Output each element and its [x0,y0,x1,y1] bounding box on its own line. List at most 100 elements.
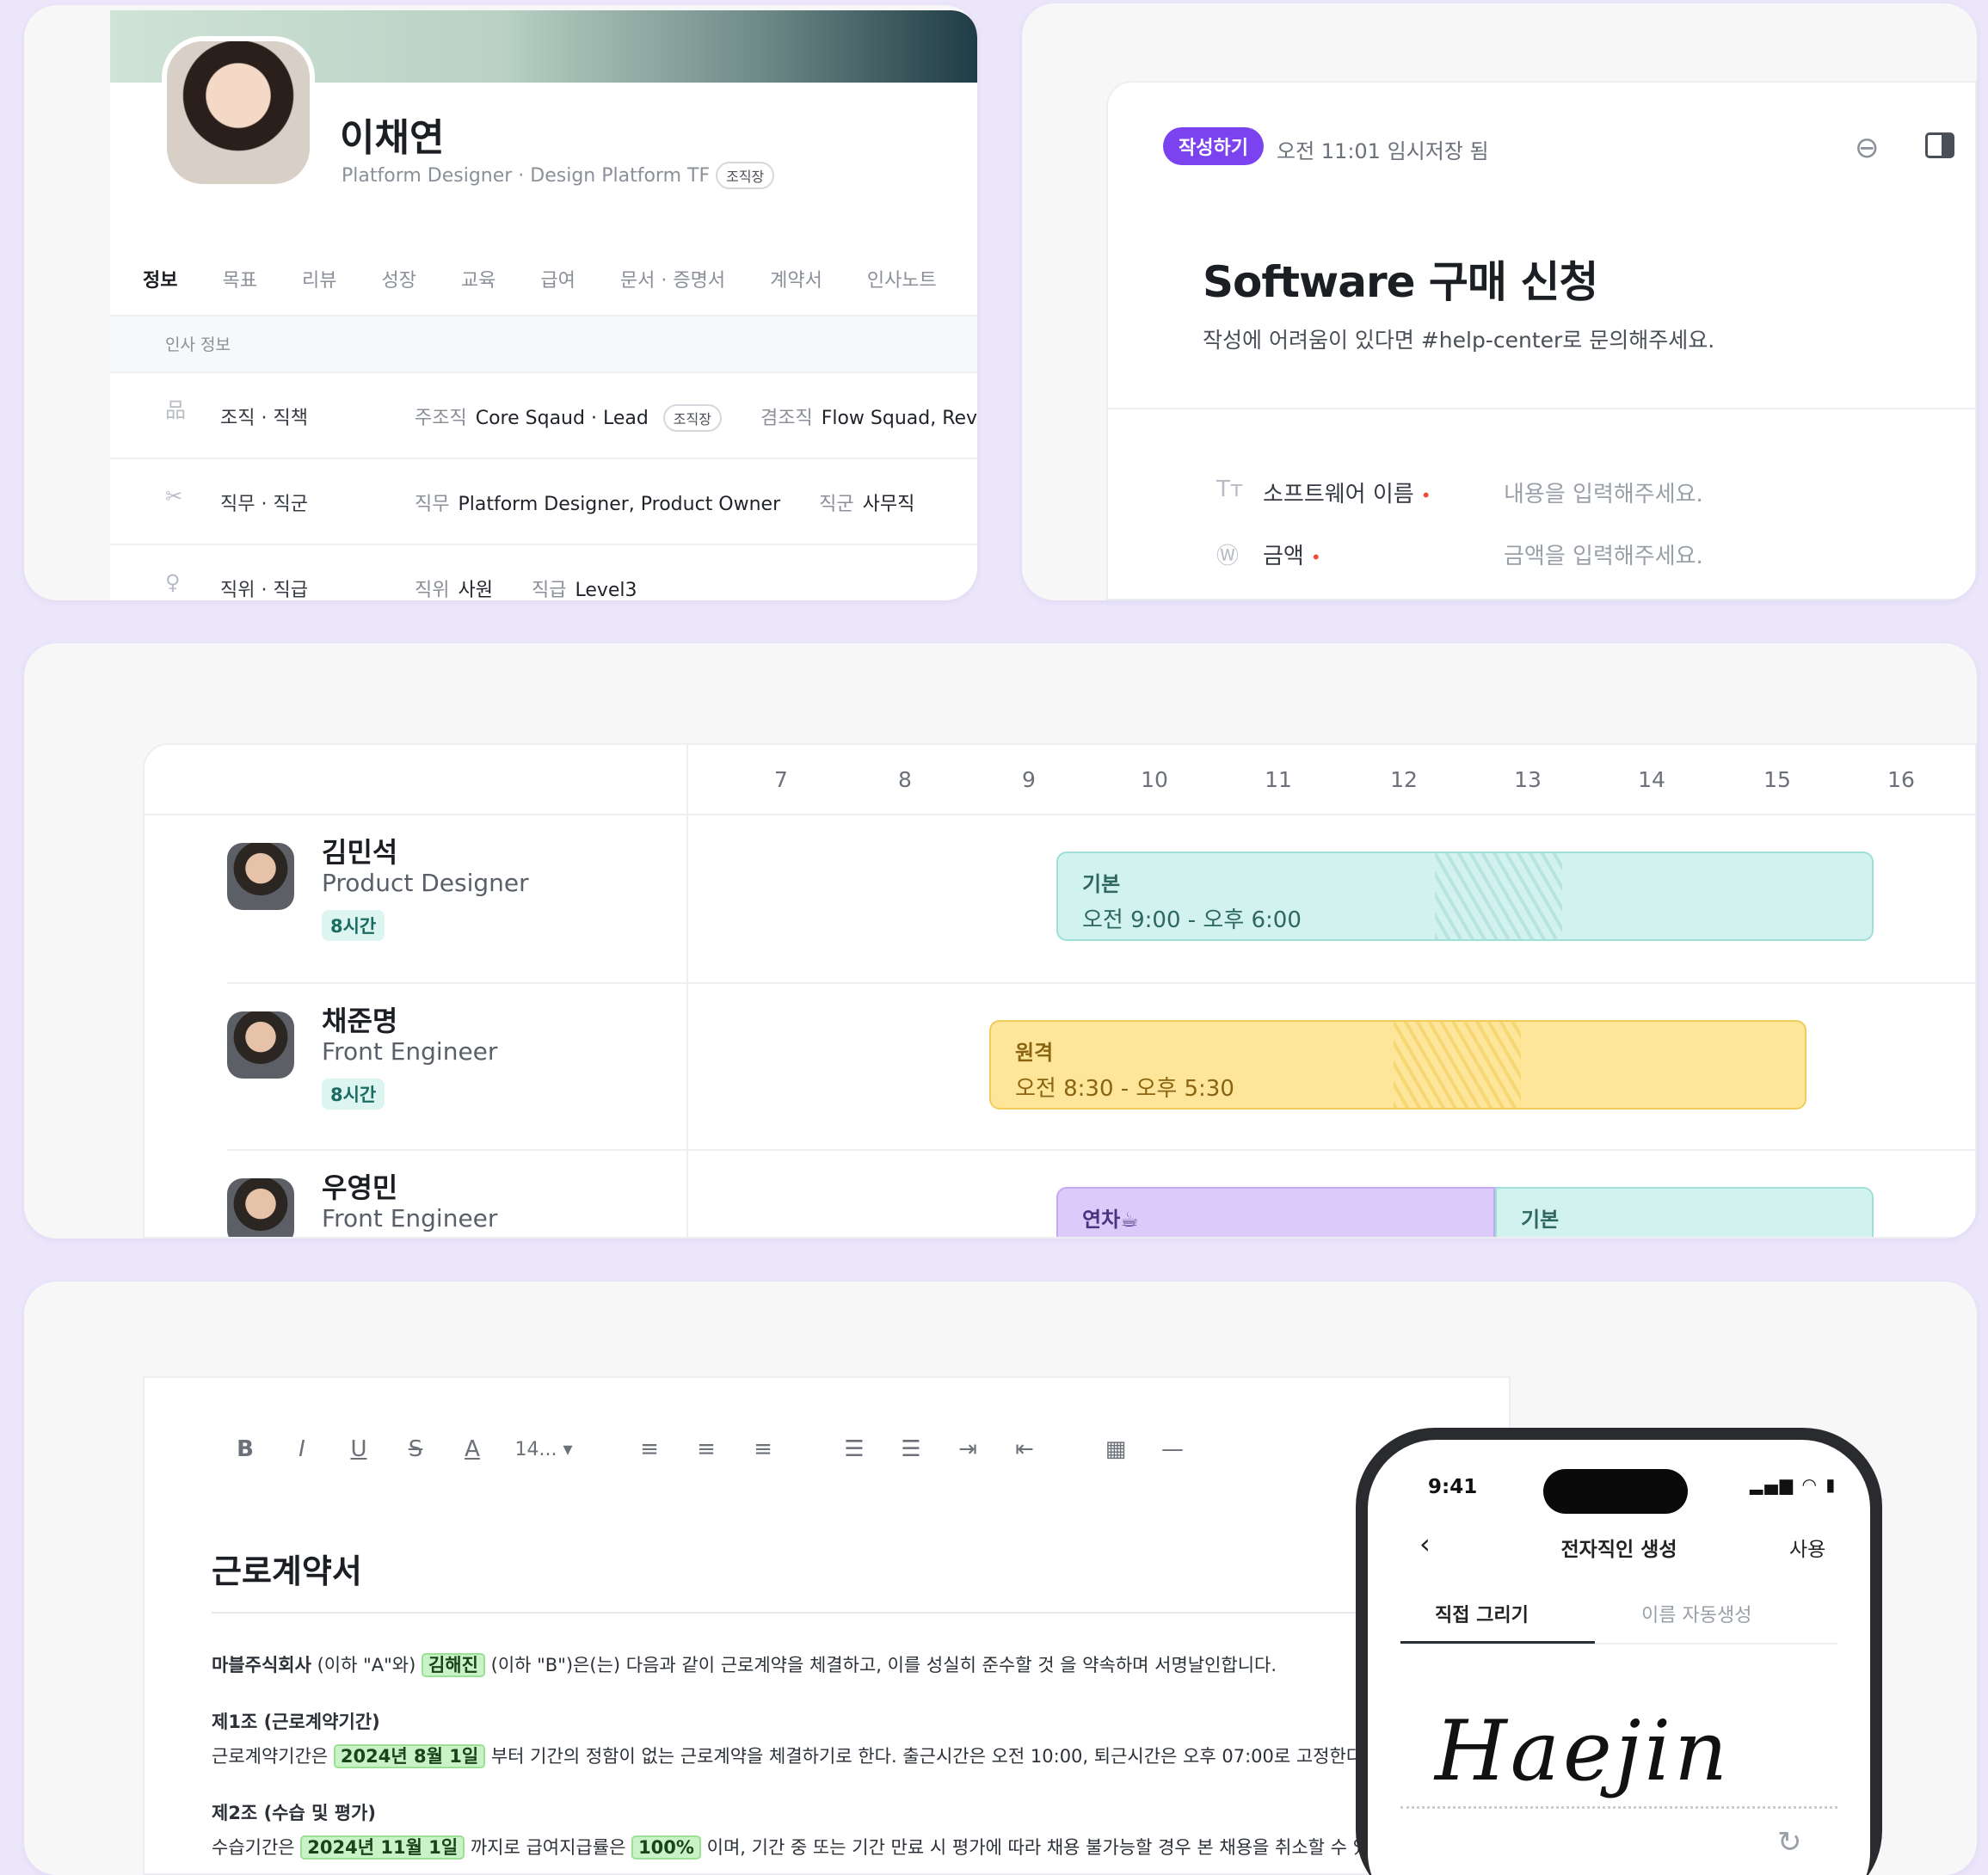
row-values: 직무 Platform Designer, Product Owner 직군 사무직 [415,489,914,516]
bullet-list-icon[interactable]: ☰ [826,1436,883,1462]
leader-badge: 조직장 [662,404,722,432]
editor-toolbar: B I U S A 14... ▾ ≡ ≡ ≡ ☰ ☰ ⇥ ⇤ ▦ — [217,1436,1201,1462]
underline-button[interactable]: U [330,1436,387,1462]
tab-draw[interactable]: 직접 그리기 [1435,1600,1529,1627]
field-amount[interactable]: Ⓦ 금액 • 금액을 입력해주세요. [1108,538,1975,590]
highlight-field[interactable]: 김해진 [421,1653,485,1677]
highlight-field[interactable]: 2024년 8월 1일 [333,1744,486,1768]
strikethrough-button[interactable]: S [387,1436,444,1462]
italic-button[interactable]: I [274,1436,330,1462]
autosave-status: 오전 11:01 임시저장 됨 [1277,139,1489,163]
outdent-icon[interactable]: ⇤ [996,1436,1053,1462]
row-divider [227,1149,1975,1151]
hour-label: 14 [1638,767,1665,792]
hour-label: 16 [1887,767,1915,792]
hour-label: 7 [774,767,788,792]
align-center-icon[interactable]: ≡ [678,1436,735,1462]
value: Core Sqaud · Lead [475,408,649,429]
indent-icon[interactable]: ⇥ [939,1436,996,1462]
font-size-select[interactable]: 14... ▾ [501,1439,587,1460]
info-row-position: ♀ 직위 · 직급 직위 사원 직급 Level3 [110,544,977,600]
use-button[interactable]: 사용 [1789,1533,1825,1562]
field-software-name[interactable]: Tт 소프트웨어 이름 • 내용을 입력해주세요. [1108,476,1975,528]
value: Level3 [575,580,637,600]
active-tab-indicator [1400,1641,1595,1644]
person-role: Product Designer [322,869,529,897]
signal-wifi-battery-icon: ▂▄▆ ◠ ▮ [1750,1474,1837,1495]
form-panel: 작성하기 오전 11:01 임시저장 됨 ⊖ Software 구매 신청 작성… [1106,81,1977,600]
numbered-list-icon[interactable]: ☰ [883,1436,939,1462]
article-paragraph: 근로계약기간은 2024년 8월 1일 부터 기간의 정함이 없는 근로계약을 … [212,1744,1369,1768]
table-icon[interactable]: ▦ [1087,1436,1144,1462]
tab-documents[interactable]: 문서 · 증명서 [620,265,725,292]
profile-role: Platform Designer · Design Platform TF [342,165,711,187]
shift-block[interactable]: 기본 오전 9:00 - 오후 6:00 [1056,851,1874,941]
field-label: 소프트웨어 이름 • [1263,482,1431,507]
bold-button[interactable]: B [217,1436,274,1462]
person-role: Front Engineer [322,1204,498,1233]
document-title: 근로계약서 [212,1552,362,1590]
text-color-button[interactable]: A [444,1436,501,1462]
avatar [162,36,315,189]
title-divider [212,1612,1509,1614]
person-name: 우영민 [322,1171,398,1204]
profile-panel: 이채연 Platform Designer · Design Platform … [110,10,977,600]
hour-label: 11 [1265,767,1292,792]
link-icon[interactable]: ⊖ [1855,131,1880,165]
avatar [227,1011,294,1079]
hour-label: 9 [1022,767,1036,792]
hour-label: 10 [1141,767,1168,792]
phone-mockup: 9:41 ▂▄▆ ◠ ▮ ‹ 전자직인 생성 사용 직접 그리기 이름 자동생성… [1356,1428,1882,1875]
align-left-icon[interactable]: ≡ [621,1436,678,1462]
field-placeholder[interactable]: 금액을 입력해주세요. [1504,538,1703,570]
tab-hr-notes[interactable]: 인사노트 [867,265,937,292]
shift-block[interactable]: 연차☕ [1056,1187,1495,1237]
write-badge: 작성하기 [1163,127,1264,165]
tab-info[interactable]: 정보 [143,265,178,330]
article-title: 제1조 (근로계약기간) [212,1712,380,1732]
org-chart-icon: 品 [165,398,186,422]
highlight-field[interactable]: 2024년 11월 1일 [300,1835,465,1860]
article-paragraph: 수습기간은 2024년 11월 1일 까지로 급여지급률은 100% 이며, 기… [212,1835,1387,1860]
field-placeholder[interactable]: 내용을 입력해주세요. [1504,476,1703,508]
tab-auto-generate[interactable]: 이름 자동생성 [1641,1600,1751,1627]
divider-icon[interactable]: — [1144,1436,1201,1462]
info-row-job: ✂ 직무 · 직군 직무 Platform Designer, Product O… [110,458,977,544]
hour-label: 8 [898,767,912,792]
intro-paragraph: 마블주식회사 (이하 "A"와) 김해진 (이하 "B")은(는) 다음과 같이… [212,1653,1277,1677]
form-title: Software 구매 신청 [1203,257,1598,307]
tab-contracts[interactable]: 계약서 [770,265,822,292]
value: 사무직 [862,494,915,515]
align-right-icon[interactable]: ≡ [735,1436,791,1462]
tab-review[interactable]: 리뷰 [302,265,336,292]
profile-name: 이채연 [340,116,445,160]
column-divider [686,745,688,1237]
side-panel-icon[interactable] [1925,132,1954,158]
avatar [227,843,294,910]
schedule-panel: 7 8 9 10 11 12 13 14 15 16 김민석 Product D… [143,743,1977,1239]
row-values: 직위 사원 직급 Level3 [415,575,637,600]
signature-baseline [1400,1806,1837,1809]
profile-tabs: 정보 목표 리뷰 성장 교육 급여 문서 · 증명서 계약서 인사노트 [143,265,977,330]
won-icon: Ⓦ [1216,544,1240,569]
value-key: 직급 [531,580,567,600]
info-row-org: 品 조직 · 직책 주조직 Core Sqaud · Lead 조직장 겸조직 Fl… [110,372,977,458]
shift-block[interactable]: 원격 오전 8:30 - 오후 5:30 [989,1020,1806,1110]
shift-block[interactable]: 기본 [1495,1187,1874,1237]
tab-growth[interactable]: 성장 [381,265,415,292]
profile-subtitle: Platform Designer · Design Platform TF 조… [342,162,775,189]
value-key: 직군 [819,494,854,515]
person-role: Front Engineer [322,1037,498,1066]
tab-salary[interactable]: 급여 [540,265,575,292]
shift-type: 기본 [1521,1208,1560,1232]
signature-canvas[interactable]: Haejin [1435,1703,1731,1799]
row-label: 직무 · 직군 [220,494,308,515]
tab-goals[interactable]: 목표 [222,265,256,292]
value-key: 주조직 [415,408,467,429]
highlight-field[interactable]: 100% [631,1835,701,1860]
form-help-text: 작성에 어려움이 있다면 #help-center로 문의해주세요. [1203,328,1715,353]
tab-education[interactable]: 교육 [461,265,495,292]
field-label: 금액 • [1263,544,1321,569]
hour-label: 12 [1390,767,1418,792]
refresh-icon[interactable]: ↻ [1777,1825,1802,1860]
